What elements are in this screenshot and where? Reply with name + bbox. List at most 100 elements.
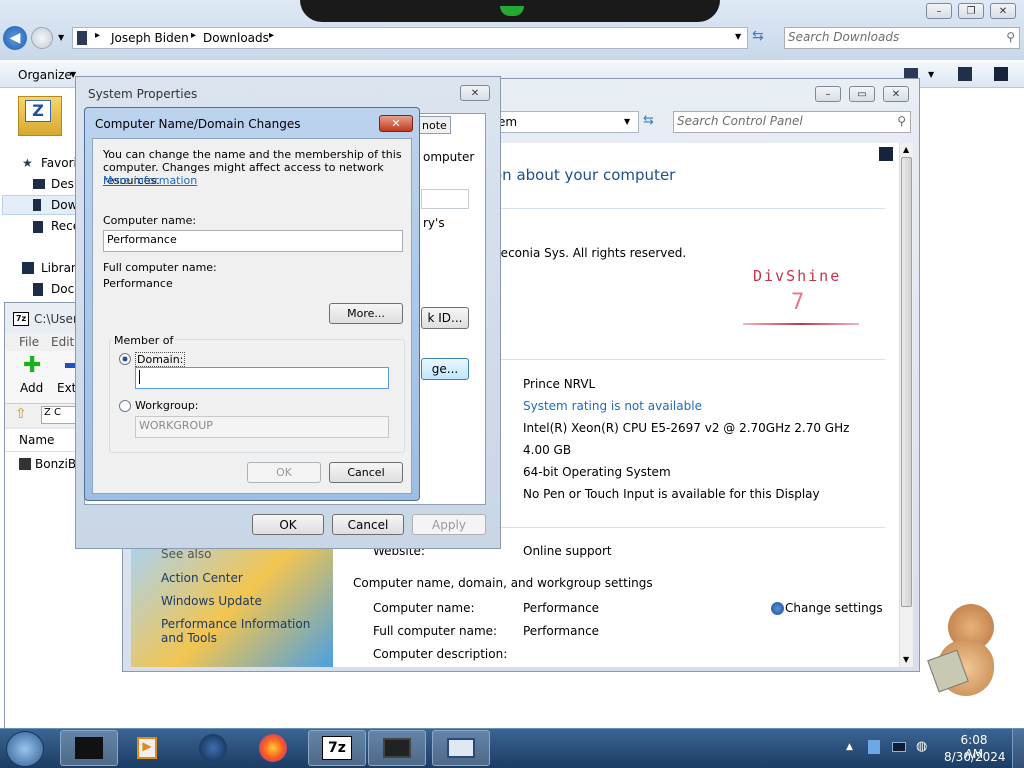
cp-address-dropdown-icon[interactable]: ▼	[624, 117, 630, 126]
help-icon[interactable]	[879, 147, 893, 161]
full-name-label: Full computer name:	[103, 261, 217, 274]
workgroup-input[interactable]: WORKGROUP	[135, 416, 389, 438]
sp-close-button[interactable]: ✕	[460, 85, 490, 101]
tray-display-icon[interactable]	[892, 742, 906, 752]
cp-address-bar[interactable]: em ▼	[493, 111, 639, 133]
see-also-performance[interactable]: Performance Information and Tools	[161, 617, 326, 645]
brand-logo-line	[743, 323, 859, 325]
full-name-value: Performance	[523, 624, 600, 638]
minimize-button[interactable]: –	[926, 3, 952, 19]
tray-volume-icon[interactable]: ◍	[916, 739, 927, 754]
nav-downloads[interactable]: Dow	[51, 198, 77, 212]
hamster-mascot-icon[interactable]	[927, 604, 1006, 704]
workgroup-radio[interactable]	[119, 400, 131, 412]
tray-network-icon[interactable]	[868, 740, 880, 754]
help-icon[interactable]	[994, 67, 1008, 81]
dialog-body: You can change the name and the membersh…	[92, 138, 412, 494]
online-support-link[interactable]: Online support	[523, 544, 612, 558]
dialog-ok-button[interactable]: OK	[247, 462, 321, 483]
address-dropdown-icon[interactable]: ▼	[735, 32, 741, 41]
cp-close-button[interactable]: ✕	[883, 86, 909, 102]
nav-libraries[interactable]: Librari	[41, 261, 79, 275]
shield-icon	[771, 602, 784, 615]
explorer-search-input[interactable]: Search Downloads ⚲	[784, 27, 1020, 49]
system-row-value: Intel(R) Xeon(R) CPU E5-2697 v2 @ 2.70GH…	[523, 421, 850, 435]
organize-menu[interactable]: Organize	[18, 68, 72, 82]
see-also-action-center[interactable]: Action Center	[161, 571, 243, 585]
network-id-button[interactable]: k ID...	[421, 307, 469, 329]
taskbar-firefox-icon[interactable]	[244, 730, 302, 766]
view-dropdown-icon[interactable]: ▼	[928, 70, 934, 79]
taskbar-sevenzip-icon[interactable]: 7z	[308, 730, 366, 766]
add-icon[interactable]: ✚	[23, 353, 41, 378]
full-name-value: Performance	[103, 277, 173, 290]
sp-apply-button[interactable]: Apply	[412, 514, 486, 535]
folder-icon	[77, 31, 87, 45]
tab-remote[interactable]: note	[419, 116, 451, 134]
cp-scrollbar[interactable]: ▲ ▼	[899, 143, 913, 667]
libraries-icon	[22, 262, 34, 274]
menu-edit[interactable]: Edit	[51, 335, 74, 349]
start-button[interactable]	[6, 731, 44, 767]
domain-input[interactable]	[135, 367, 389, 389]
close-button[interactable]: ✕	[990, 3, 1016, 19]
preview-pane-icon[interactable]	[958, 67, 972, 81]
maximize-button[interactable]: ❐	[958, 3, 984, 19]
tray-show-hidden-icon[interactable]: ▲	[846, 742, 853, 752]
system-row-value: 64-bit Operating System	[523, 465, 671, 479]
cp-minimize-button[interactable]: –	[815, 86, 841, 102]
computer-name-input[interactable]: Performance	[103, 230, 403, 252]
system-row-value: 4.00 GB	[523, 443, 572, 457]
computer-name-label: Computer name:	[103, 214, 197, 227]
taskbar-media-player-icon[interactable]: ▶	[118, 730, 176, 766]
section-title: Computer name, domain, and workgroup set…	[353, 576, 653, 590]
taskbar-globe-icon[interactable]	[184, 730, 242, 766]
sp-cancel-button[interactable]: Cancel	[332, 514, 404, 535]
breadcrumb-joseph[interactable]: Joseph Biden	[111, 31, 189, 45]
archive-file-icon	[19, 458, 31, 470]
name-column-header[interactable]: Name	[19, 433, 54, 447]
cp-scrollbar-thumb[interactable]	[901, 157, 912, 607]
more-button[interactable]: More...	[329, 303, 403, 324]
dialog-cancel-button[interactable]: Cancel	[329, 462, 403, 483]
taskbar-terminal-icon[interactable]	[60, 730, 118, 766]
sevenzip-file-icon: Z	[18, 96, 62, 136]
breadcrumb-downloads[interactable]: Downloads	[203, 31, 269, 45]
copyright-text: Xeconia Sys. All rights reserved.	[493, 246, 687, 260]
see-also-title: See also	[161, 547, 212, 561]
star-icon: ★	[22, 156, 33, 170]
taskbar-system-icon[interactable]	[432, 730, 490, 766]
computer-name-value: Performance	[523, 601, 600, 615]
cp-search-input[interactable]: Search Control Panel ⚲	[673, 111, 911, 133]
dialog-close-button[interactable]: ✕	[379, 115, 413, 132]
sevenzip-window: 7z C:\Users File Edit ✚ Add Extr ⇧ Z C N…	[4, 302, 85, 729]
domain-radio[interactable]	[119, 353, 131, 365]
cp-refresh-icon[interactable]: ⇆	[643, 113, 654, 128]
domain-changes-dialog: Computer Name/Domain Changes ✕ You can c…	[84, 107, 420, 501]
show-desktop-button[interactable]	[1012, 729, 1024, 768]
menu-file[interactable]: File	[19, 335, 39, 349]
system-row-value: Prince NRVL	[523, 377, 596, 391]
desktop-icon	[33, 179, 45, 189]
cp-maximize-button[interactable]: ▭	[849, 86, 875, 102]
recent-icon	[33, 221, 43, 233]
full-name-label: Full computer name:	[373, 624, 498, 638]
workgroup-label: Workgroup:	[135, 399, 199, 412]
taskbar-display-icon[interactable]	[368, 730, 426, 766]
system-properties-title: System Properties	[88, 87, 198, 101]
more-information-link[interactable]: More information	[103, 174, 197, 187]
see-also-windows-update[interactable]: Windows Update	[161, 594, 262, 608]
member-of-group: Member of Domain: Workgroup: WORKGROUP	[109, 334, 405, 453]
up-folder-icon[interactable]: ⇧	[15, 406, 27, 422]
history-dropdown-icon[interactable]: ▼	[58, 33, 64, 42]
address-bar[interactable]: ▸ Joseph Biden ▸ Downloads ▸ ▼	[72, 27, 748, 49]
system-rating-link[interactable]: System rating is not available	[523, 399, 702, 413]
refresh-icon[interactable]: ⇆	[752, 28, 774, 48]
add-button[interactable]: Add	[20, 381, 43, 395]
back-button[interactable]: ◀	[3, 26, 27, 50]
change-button[interactable]: ge...	[421, 358, 469, 380]
sp-ok-button[interactable]: OK	[252, 514, 324, 535]
forward-button[interactable]	[31, 27, 53, 49]
change-settings-link[interactable]: Change settings	[785, 601, 883, 615]
clock-date[interactable]: 8/30/2024	[944, 750, 1006, 764]
